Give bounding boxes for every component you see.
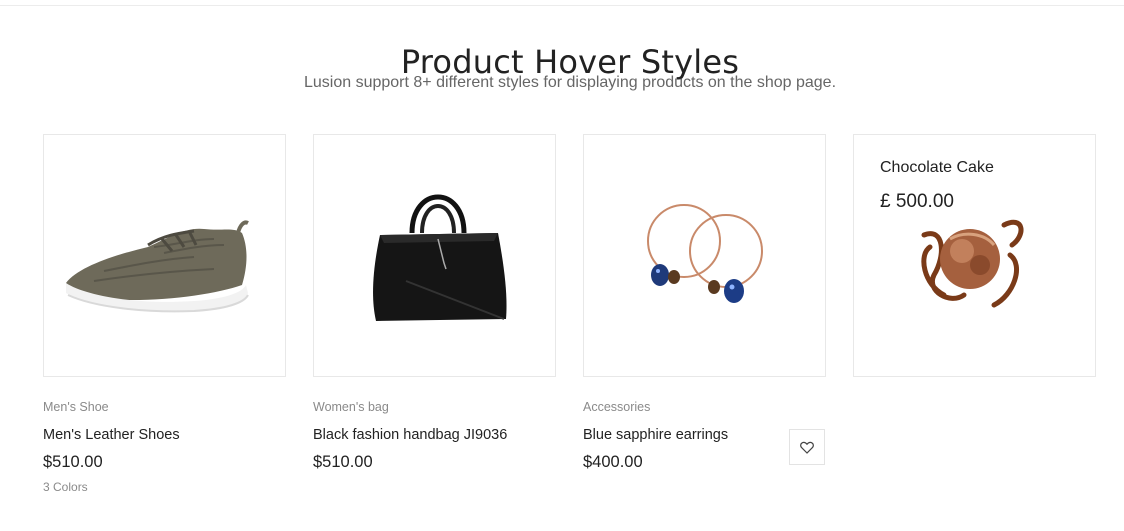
- product-card-handbag[interactable]: Women's bag Black fashion handbag JI9036…: [313, 134, 556, 472]
- section-subtitle: Lusion support 8+ different styles for d…: [303, 74, 837, 91]
- product-name[interactable]: Chocolate Cake: [880, 159, 994, 177]
- product-colors-count: 3 Colors: [43, 480, 88, 494]
- product-category[interactable]: Men's Shoe: [43, 400, 286, 416]
- sneaker-image: [66, 220, 249, 313]
- product-name[interactable]: Black fashion handbag JI9036: [313, 427, 556, 443]
- product-category[interactable]: Women's bag: [313, 400, 556, 416]
- product-image-box[interactable]: [313, 134, 556, 377]
- product-category[interactable]: Accessories: [583, 400, 826, 416]
- top-divider: [0, 5, 1124, 6]
- product-image-box[interactable]: Chocolate Cake £ 500.00: [853, 134, 1096, 377]
- handbag-image: [373, 194, 507, 321]
- product-price: $510.00: [43, 453, 103, 471]
- product-price: $510.00: [313, 453, 373, 471]
- product-image-box[interactable]: [583, 134, 826, 377]
- product-image-box[interactable]: [43, 134, 286, 377]
- product-card-cake[interactable]: Chocolate Cake £ 500.00: [853, 134, 1096, 377]
- product-price: £ 500.00: [880, 191, 954, 212]
- heart-icon: [800, 441, 814, 454]
- product-name[interactable]: Men's Leather Shoes: [43, 427, 286, 443]
- product-card-earrings[interactable]: Accessories Blue sapphire earrings $400.…: [583, 134, 826, 472]
- product-card-shoes[interactable]: Men's Shoe Men's Leather Shoes $510.00 3…: [43, 134, 286, 494]
- earrings-image: [647, 204, 763, 303]
- wishlist-button[interactable]: [789, 429, 825, 465]
